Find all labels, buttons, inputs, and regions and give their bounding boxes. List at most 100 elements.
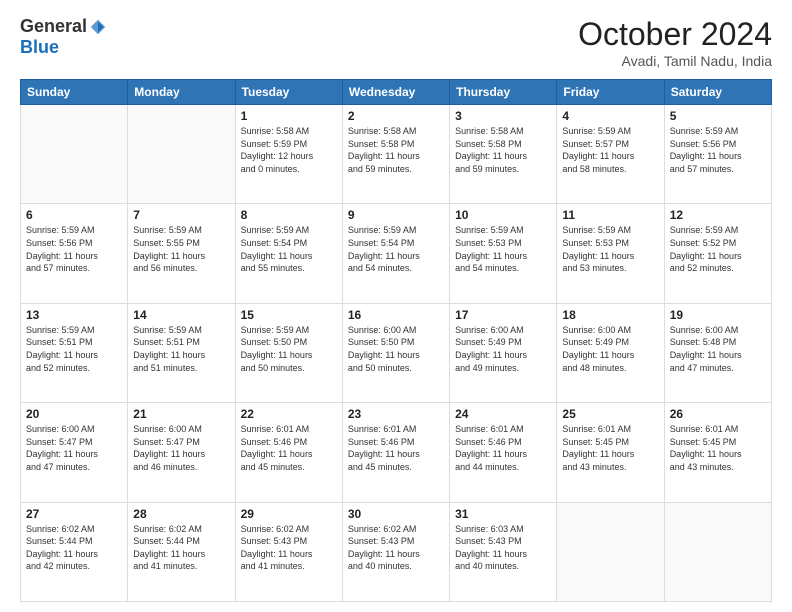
calendar-cell: 14 Sunrise: 5:59 AM Sunset: 5:51 PM Dayli… — [128, 303, 235, 402]
day-info: Sunrise: 6:01 AM Sunset: 5:46 PM Dayligh… — [455, 423, 551, 473]
day-header-sunday: Sunday — [21, 80, 128, 105]
day-info: Sunrise: 6:02 AM Sunset: 5:43 PM Dayligh… — [348, 523, 444, 573]
day-info: Sunrise: 5:59 AM Sunset: 5:53 PM Dayligh… — [562, 224, 658, 274]
calendar-cell: 6 Sunrise: 5:59 AM Sunset: 5:56 PM Daylig… — [21, 204, 128, 303]
calendar-cell — [664, 502, 771, 601]
calendar-week-row: 1Sunrise: 5:58 AM Sunset: 5:59 PM Daylig… — [21, 105, 772, 204]
day-number: 16 — [348, 308, 444, 322]
month-title: October 2024 — [578, 16, 772, 53]
day-number: 27 — [26, 507, 122, 521]
calendar-cell — [128, 105, 235, 204]
day-info: Sunrise: 5:59 AM Sunset: 5:57 PM Dayligh… — [562, 125, 658, 175]
calendar-table: SundayMondayTuesdayWednesdayThursdayFrid… — [20, 79, 772, 602]
logo-blue: Blue — [20, 37, 59, 58]
day-number: 22 — [241, 407, 337, 421]
day-header-tuesday: Tuesday — [235, 80, 342, 105]
calendar-cell: 5 Sunrise: 5:59 AM Sunset: 5:56 PM Daylig… — [664, 105, 771, 204]
calendar-cell: 20 Sunrise: 6:00 AM Sunset: 5:47 PM Dayli… — [21, 403, 128, 502]
calendar-cell: 23 Sunrise: 6:01 AM Sunset: 5:46 PM Dayli… — [342, 403, 449, 502]
day-number: 21 — [133, 407, 229, 421]
calendar-cell: 22 Sunrise: 6:01 AM Sunset: 5:46 PM Dayli… — [235, 403, 342, 502]
day-number: 2 — [348, 109, 444, 123]
day-number: 7 — [133, 208, 229, 222]
calendar-cell: 7Sunrise: 5:59 AM Sunset: 5:55 PM Daylig… — [128, 204, 235, 303]
day-header-wednesday: Wednesday — [342, 80, 449, 105]
day-info: Sunrise: 6:01 AM Sunset: 5:46 PM Dayligh… — [348, 423, 444, 473]
calendar-cell — [21, 105, 128, 204]
day-info: Sunrise: 6:00 AM Sunset: 5:48 PM Dayligh… — [670, 324, 766, 374]
day-info: Sunrise: 6:00 AM Sunset: 5:49 PM Dayligh… — [562, 324, 658, 374]
day-info: Sunrise: 6:00 AM Sunset: 5:47 PM Dayligh… — [26, 423, 122, 473]
day-number: 14 — [133, 308, 229, 322]
day-number: 25 — [562, 407, 658, 421]
day-number: 9 — [348, 208, 444, 222]
calendar-cell: 1Sunrise: 5:58 AM Sunset: 5:59 PM Daylig… — [235, 105, 342, 204]
calendar-cell: 12Sunrise: 5:59 AM Sunset: 5:52 PM Dayli… — [664, 204, 771, 303]
calendar-week-row: 6 Sunrise: 5:59 AM Sunset: 5:56 PM Daylig… — [21, 204, 772, 303]
calendar-cell: 25 Sunrise: 6:01 AM Sunset: 5:45 PM Dayli… — [557, 403, 664, 502]
calendar-cell: 29Sunrise: 6:02 AM Sunset: 5:43 PM Dayli… — [235, 502, 342, 601]
logo: General Blue — [20, 16, 107, 58]
day-info: Sunrise: 6:01 AM Sunset: 5:45 PM Dayligh… — [562, 423, 658, 473]
day-number: 5 — [670, 109, 766, 123]
logo-icon — [89, 18, 107, 36]
day-info: Sunrise: 5:58 AM Sunset: 5:58 PM Dayligh… — [455, 125, 551, 175]
calendar-week-row: 20 Sunrise: 6:00 AM Sunset: 5:47 PM Dayli… — [21, 403, 772, 502]
day-number: 8 — [241, 208, 337, 222]
title-section: October 2024 Avadi, Tamil Nadu, India — [578, 16, 772, 69]
day-info: Sunrise: 5:59 AM Sunset: 5:56 PM Dayligh… — [670, 125, 766, 175]
calendar-cell: 31 Sunrise: 6:03 AM Sunset: 5:43 PM Dayli… — [450, 502, 557, 601]
calendar-cell: 27 Sunrise: 6:02 AM Sunset: 5:44 PM Dayli… — [21, 502, 128, 601]
day-info: Sunrise: 5:59 AM Sunset: 5:53 PM Dayligh… — [455, 224, 551, 274]
header: General Blue October 2024 Avadi, Tamil N… — [20, 16, 772, 69]
calendar-week-row: 27 Sunrise: 6:02 AM Sunset: 5:44 PM Dayli… — [21, 502, 772, 601]
calendar-cell: 8 Sunrise: 5:59 AM Sunset: 5:54 PM Daylig… — [235, 204, 342, 303]
calendar-cell: 11 Sunrise: 5:59 AM Sunset: 5:53 PM Dayli… — [557, 204, 664, 303]
calendar-cell: 21 Sunrise: 6:00 AM Sunset: 5:47 PM Dayli… — [128, 403, 235, 502]
day-header-thursday: Thursday — [450, 80, 557, 105]
day-info: Sunrise: 6:02 AM Sunset: 5:44 PM Dayligh… — [133, 523, 229, 573]
day-number: 18 — [562, 308, 658, 322]
day-header-saturday: Saturday — [664, 80, 771, 105]
calendar-cell: 9Sunrise: 5:59 AM Sunset: 5:54 PM Daylig… — [342, 204, 449, 303]
day-number: 31 — [455, 507, 551, 521]
day-info: Sunrise: 6:02 AM Sunset: 5:43 PM Dayligh… — [241, 523, 337, 573]
logo-general: General — [20, 16, 87, 37]
calendar-header-row: SundayMondayTuesdayWednesdayThursdayFrid… — [21, 80, 772, 105]
day-number: 20 — [26, 407, 122, 421]
day-header-monday: Monday — [128, 80, 235, 105]
calendar-cell: 2Sunrise: 5:58 AM Sunset: 5:58 PM Daylig… — [342, 105, 449, 204]
day-info: Sunrise: 6:00 AM Sunset: 5:47 PM Dayligh… — [133, 423, 229, 473]
day-number: 30 — [348, 507, 444, 521]
day-info: Sunrise: 5:59 AM Sunset: 5:56 PM Dayligh… — [26, 224, 122, 274]
day-number: 6 — [26, 208, 122, 222]
day-info: Sunrise: 6:01 AM Sunset: 5:45 PM Dayligh… — [670, 423, 766, 473]
day-info: Sunrise: 5:59 AM Sunset: 5:51 PM Dayligh… — [133, 324, 229, 374]
page: General Blue October 2024 Avadi, Tamil N… — [0, 0, 792, 612]
day-info: Sunrise: 6:01 AM Sunset: 5:46 PM Dayligh… — [241, 423, 337, 473]
day-number: 4 — [562, 109, 658, 123]
day-info: Sunrise: 5:59 AM Sunset: 5:54 PM Dayligh… — [241, 224, 337, 274]
calendar-cell: 19 Sunrise: 6:00 AM Sunset: 5:48 PM Dayli… — [664, 303, 771, 402]
day-header-friday: Friday — [557, 80, 664, 105]
calendar-cell: 16Sunrise: 6:00 AM Sunset: 5:50 PM Dayli… — [342, 303, 449, 402]
day-number: 24 — [455, 407, 551, 421]
calendar-cell: 10 Sunrise: 5:59 AM Sunset: 5:53 PM Dayli… — [450, 204, 557, 303]
day-number: 15 — [241, 308, 337, 322]
calendar-cell: 4 Sunrise: 5:59 AM Sunset: 5:57 PM Daylig… — [557, 105, 664, 204]
day-info: Sunrise: 6:03 AM Sunset: 5:43 PM Dayligh… — [455, 523, 551, 573]
day-info: Sunrise: 5:59 AM Sunset: 5:50 PM Dayligh… — [241, 324, 337, 374]
day-info: Sunrise: 5:59 AM Sunset: 5:52 PM Dayligh… — [670, 224, 766, 274]
day-number: 10 — [455, 208, 551, 222]
calendar-cell: 15 Sunrise: 5:59 AM Sunset: 5:50 PM Dayli… — [235, 303, 342, 402]
calendar-cell — [557, 502, 664, 601]
day-info: Sunrise: 6:02 AM Sunset: 5:44 PM Dayligh… — [26, 523, 122, 573]
day-number: 11 — [562, 208, 658, 222]
calendar-cell: 18 Sunrise: 6:00 AM Sunset: 5:49 PM Dayli… — [557, 303, 664, 402]
day-number: 3 — [455, 109, 551, 123]
calendar-cell: 24 Sunrise: 6:01 AM Sunset: 5:46 PM Dayli… — [450, 403, 557, 502]
day-number: 19 — [670, 308, 766, 322]
day-number: 28 — [133, 507, 229, 521]
day-number: 1 — [241, 109, 337, 123]
day-number: 23 — [348, 407, 444, 421]
